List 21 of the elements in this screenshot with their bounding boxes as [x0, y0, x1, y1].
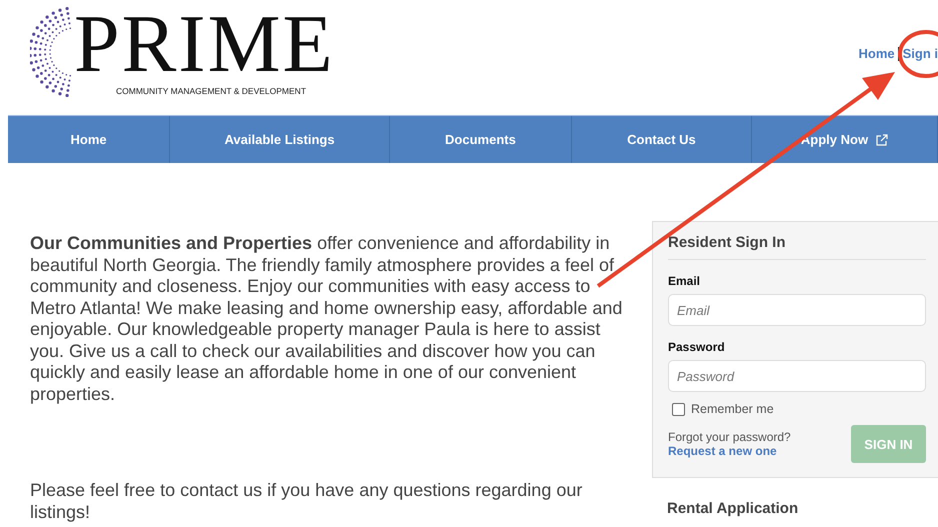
nav-link[interactable]: Contact Us [572, 116, 752, 163]
rental-title: Rental Application [667, 500, 800, 517]
nav-link[interactable]: Home [8, 116, 170, 163]
request-link[interactable]: Request a new one [668, 444, 791, 458]
panel-title: Resident Sign In [668, 234, 926, 260]
field-label: Password [668, 340, 726, 354]
nav-link[interactable]: Documents [390, 116, 572, 163]
nav-link[interactable]: Available Listings [170, 116, 390, 163]
external-link-icon [876, 134, 888, 146]
contact-note: Please feel free to contact us if you have any questions regarding our listings! [30, 480, 584, 523]
logo-title: PRIME [74, 4, 335, 84]
logo-subtitle: COMMUNITY MANAGEMENT & DEVELOPMENT [115, 86, 308, 96]
remember-checkbox[interactable] [672, 402, 685, 416]
forgot-text: Forgot your password? [668, 430, 791, 444]
input-field[interactable]: Password [668, 360, 926, 392]
input-field[interactable]: Email [668, 294, 926, 326]
home-link[interactable]: Home [858, 46, 895, 61]
intro-paragraph: Our Communities and Properties offer convenience and affordability in beautiful North Georgia. The friendly family atmosphere provides a feel of community and closeness. Enjoy our communities with easy access to Metro Atlanta! We make leasing and home ownership easy, affordable and enjoyable. Our knowledgeable property manager Paula is here to assist you. Give us a call to check our availabilities and discover how you can quickly and easily lease an affordable home in one of our convenient properties. [30, 233, 624, 405]
remember-label: Remember me [691, 402, 774, 416]
field-label: Email [668, 274, 702, 288]
sign-in-link[interactable]: Sign i [902, 46, 938, 61]
